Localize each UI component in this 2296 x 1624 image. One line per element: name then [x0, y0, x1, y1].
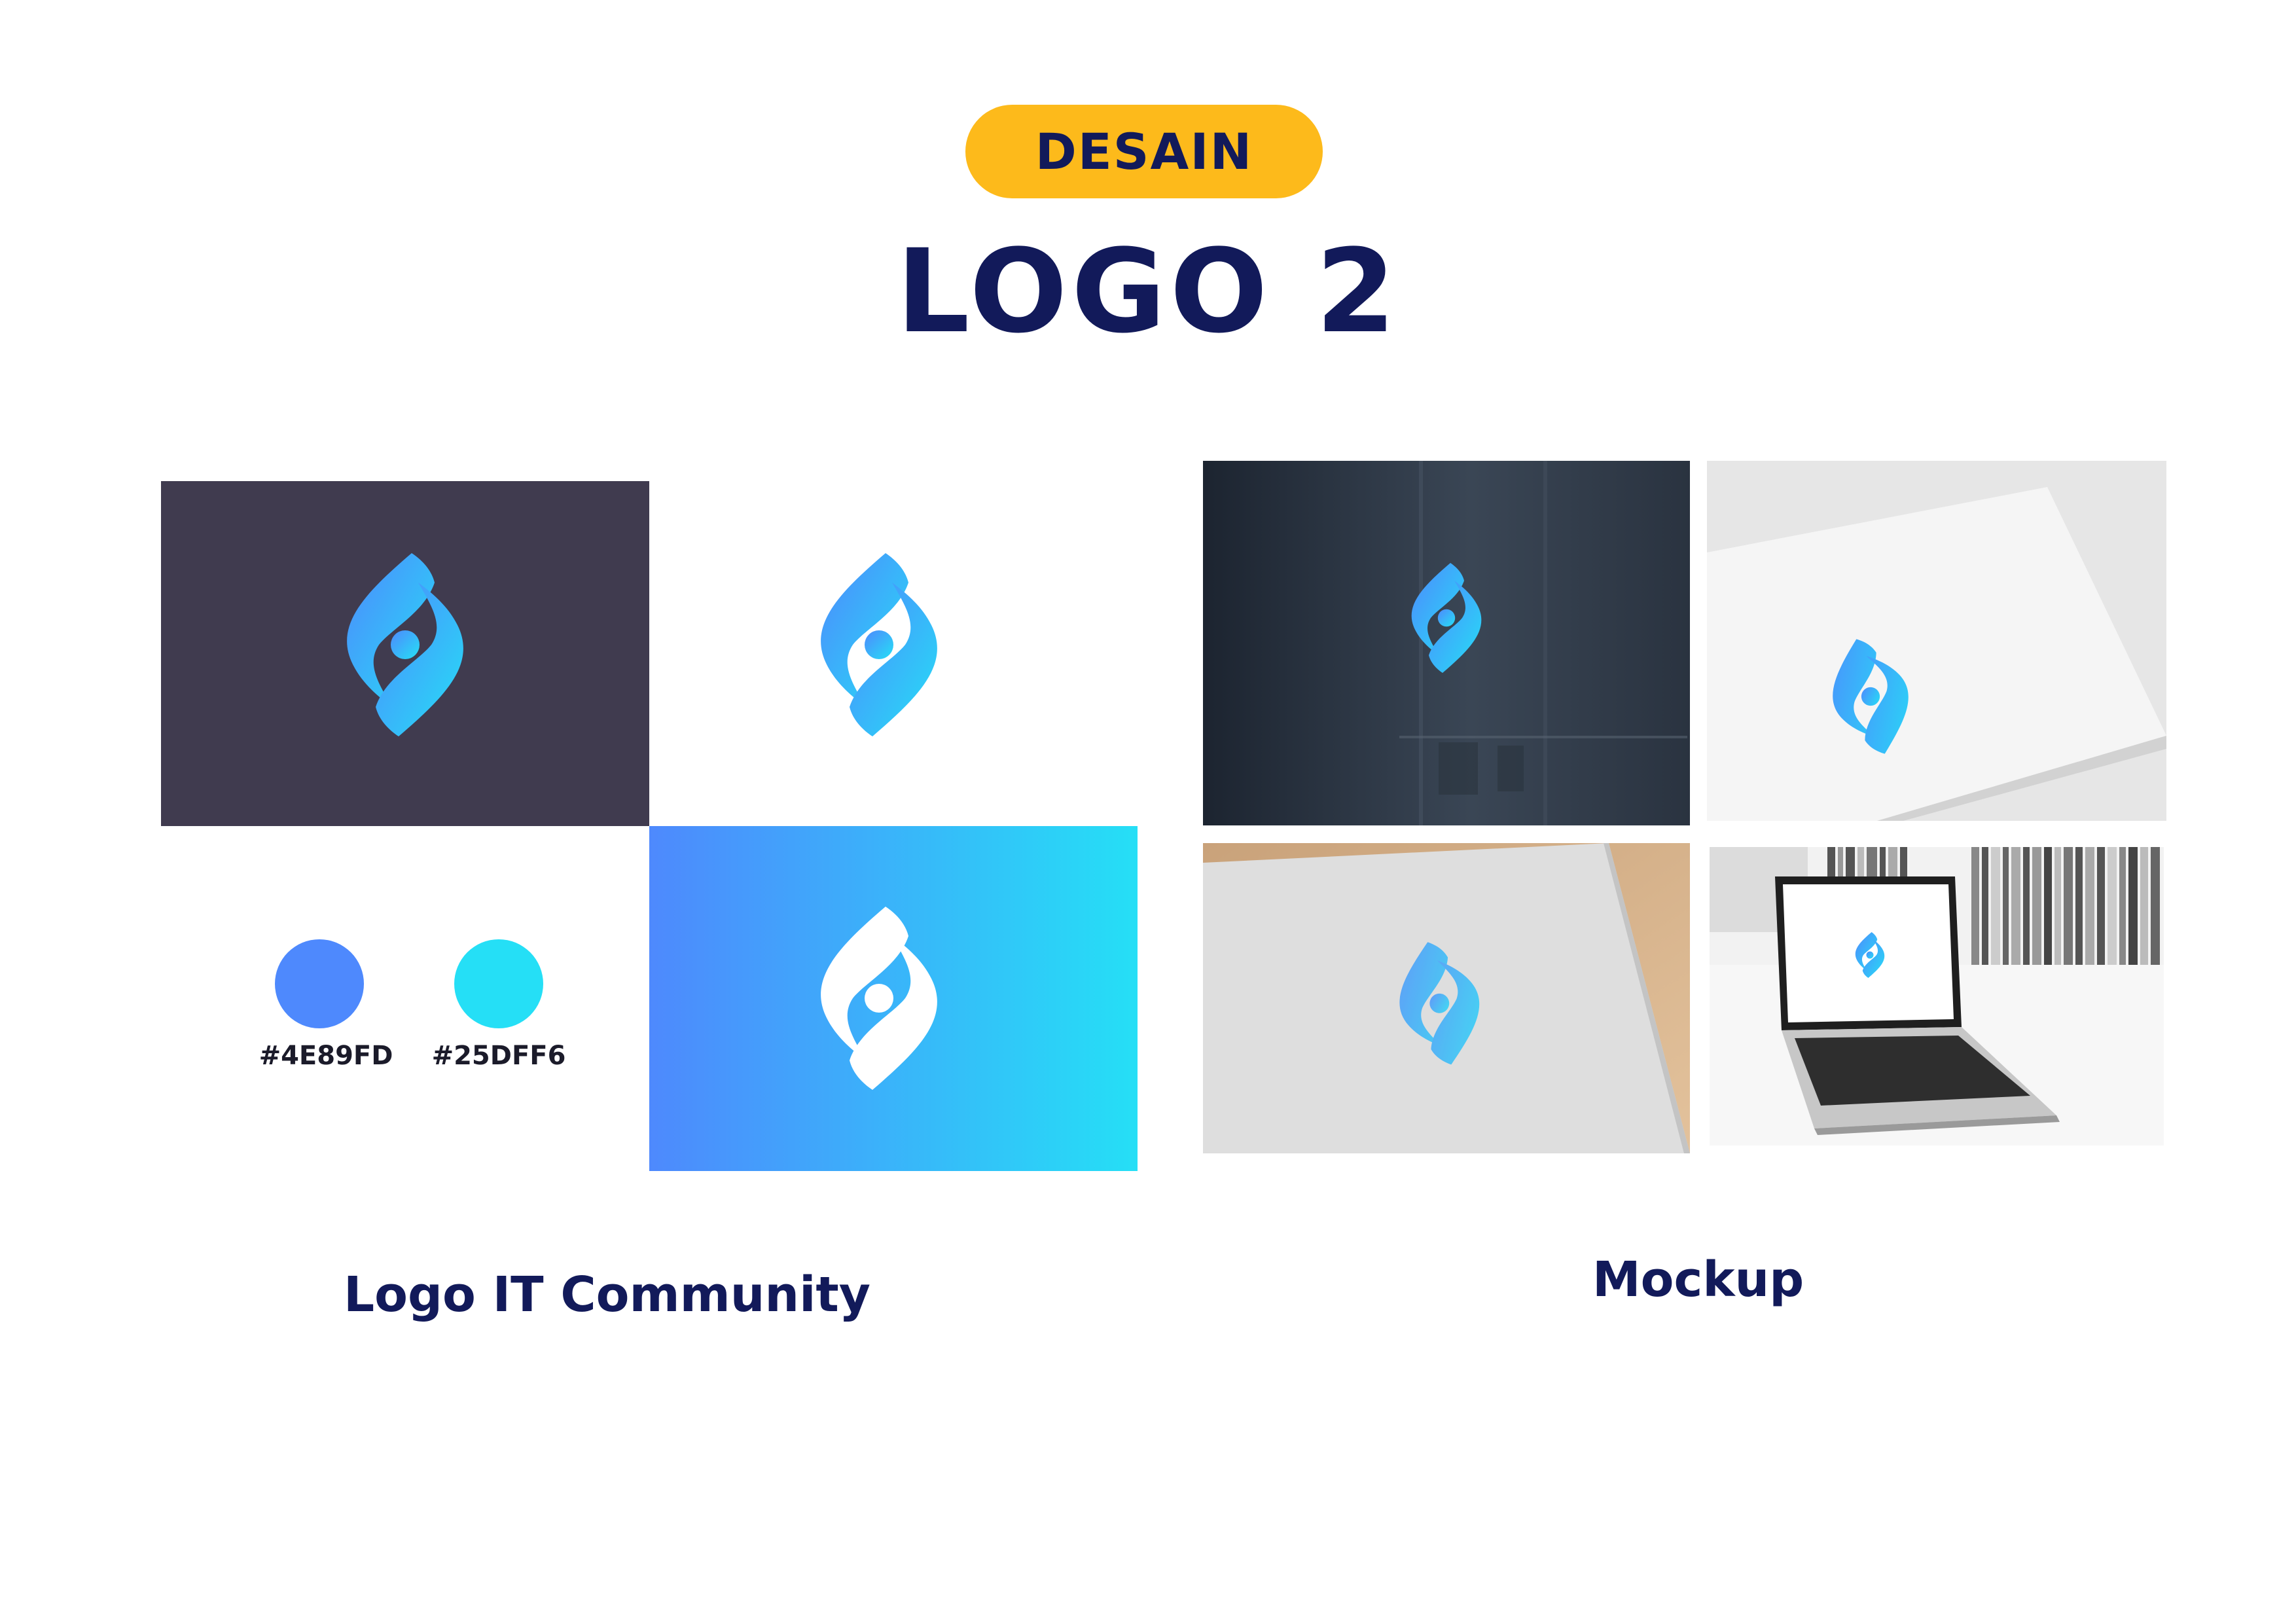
mockup-business-card — [1707, 461, 2166, 821]
page-title: LOGO 2 — [896, 224, 1400, 359]
logo-on-dark-panel — [161, 481, 649, 826]
logo-on-white-panel — [649, 481, 1138, 826]
color-hex-primary: #4E89FD — [259, 1041, 393, 1071]
mockup-laptop — [1710, 847, 2164, 1146]
it-community-logo-icon — [347, 553, 463, 736]
it-community-logo-icon — [821, 553, 937, 736]
color-hex-secondary: #25DFF6 — [431, 1041, 566, 1071]
caption-mockup: Mockup — [1592, 1252, 1804, 1308]
it-community-logo-icon — [821, 907, 937, 1090]
mockup-glass-wall — [1203, 461, 1690, 825]
desain-badge: DESAIN — [965, 105, 1323, 198]
logo-on-gradient-panel — [649, 826, 1138, 1171]
color-swatch-secondary — [454, 939, 543, 1028]
caption-logo-it-community: Logo IT Community — [344, 1267, 871, 1323]
color-swatch-primary — [275, 939, 364, 1028]
mockup-embossed-paper — [1203, 843, 1690, 1153]
